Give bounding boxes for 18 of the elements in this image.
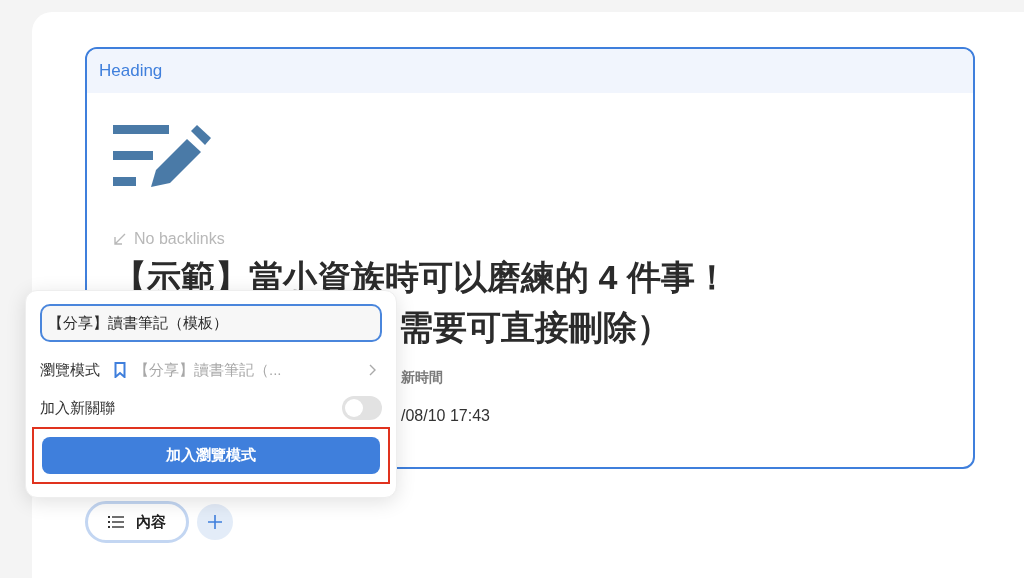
chevron-right-icon — [369, 364, 376, 376]
property-value: /08/10 17:43 — [401, 406, 491, 426]
content-tab[interactable]: 內容 — [85, 501, 189, 543]
add-browse-mode-button[interactable]: 加入瀏覽模式 — [42, 437, 380, 474]
property-label: 新時間 — [401, 368, 444, 387]
bookmark-icon — [114, 362, 126, 378]
browse-mode-label: 瀏覽模式 — [40, 359, 100, 380]
backlinks-label: No backlinks — [134, 229, 225, 249]
add-button[interactable] — [197, 504, 233, 540]
card-header: Heading — [99, 60, 163, 83]
edit-note-icon — [113, 125, 211, 187]
plus-icon — [207, 514, 223, 530]
relation-toggle[interactable] — [342, 396, 382, 420]
page-title-continued: 需要可直接刪除） — [399, 307, 672, 347]
search-field[interactable]: 【分享】讀書筆記（模板） — [40, 304, 382, 342]
add-relation-label: 加入新關聯 — [40, 397, 115, 418]
list-icon — [108, 516, 124, 528]
arrow-down-left-icon — [113, 232, 126, 246]
